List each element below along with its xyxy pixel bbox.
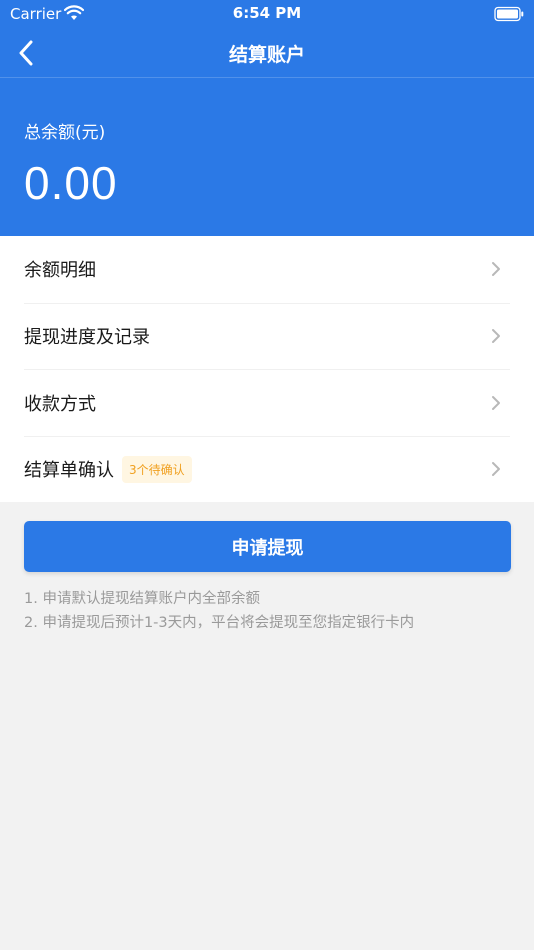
menu-item-withdraw-records[interactable]: 提现进度及记录 <box>24 302 510 370</box>
account-header: Carrier 6:54 PM 结算账户 总余额(元) 0.00 <box>0 0 534 236</box>
menu-item-label: 结算单确认 <box>24 460 114 482</box>
note-line: 1. 申请默认提现结算账户内全部余额 <box>24 591 260 607</box>
menu-item-label: 提现进度及记录 <box>24 327 150 349</box>
balance-value: 0.00 <box>24 157 118 209</box>
chevron-right-icon <box>492 462 500 477</box>
settlement-menu: 余额明细 提现进度及记录 收款方式 结算单确认 3个待确认 <box>0 236 534 502</box>
pending-count-badge: 3个待确认 <box>122 455 192 483</box>
menu-item-statement-confirm[interactable]: 结算单确认 3个待确认 <box>24 435 510 503</box>
status-time: 6:54 PM <box>232 4 302 22</box>
note-line: 2. 申请提现后预计1-3天内，平台将会提现至您指定银行卡内 <box>24 615 415 631</box>
chevron-right-icon <box>492 329 500 344</box>
apply-withdraw-button[interactable]: 申请提现 <box>24 521 511 572</box>
menu-item-balance-detail[interactable]: 余额明细 <box>24 236 510 303</box>
chevron-right-icon <box>492 395 500 410</box>
menu-item-label: 余额明细 <box>24 260 96 282</box>
page-title: 结算账户 <box>228 44 305 66</box>
status-bar: Carrier 6:54 PM <box>0 0 534 28</box>
chevron-right-icon <box>492 262 500 277</box>
balance-label: 总余额(元) <box>24 123 106 143</box>
menu-item-label: 收款方式 <box>24 393 96 415</box>
battery-icon <box>494 6 524 22</box>
menu-item-payment-method[interactable]: 收款方式 <box>24 369 510 436</box>
nav-bar: 结算账户 <box>0 28 534 78</box>
withdraw-notes: 1. 申请默认提现结算账户内全部余额 2. 申请提现后预计1-3天内，平台将会提… <box>24 587 414 635</box>
